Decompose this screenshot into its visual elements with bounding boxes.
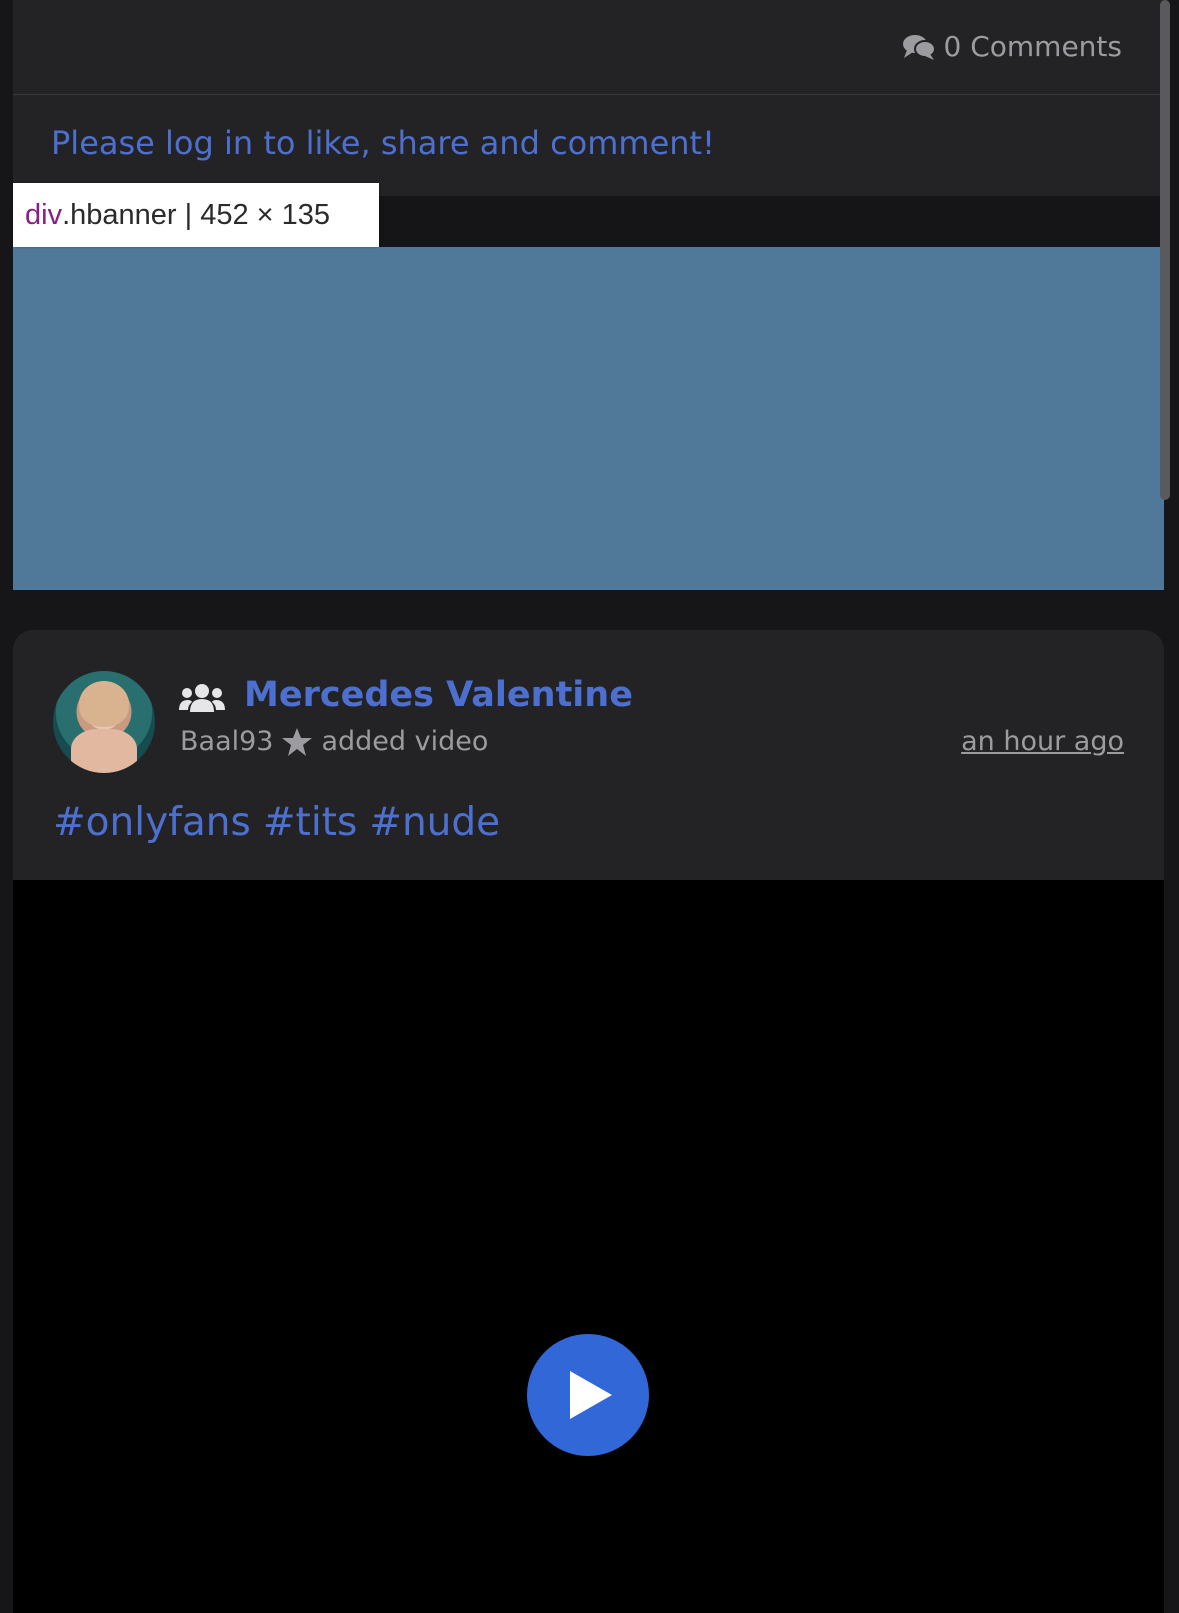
devtools-element-tooltip: div .hbanner | 452 × 135 [13, 183, 379, 247]
play-icon [570, 1371, 612, 1419]
scrollbar[interactable] [1160, 0, 1170, 500]
devtools-class-size: .hbanner | 452 × 135 [62, 198, 331, 231]
previous-post-footer: 0 Comments Please log in to like, share … [13, 0, 1164, 196]
comments-count-label: 0 Comments [943, 30, 1123, 63]
hashtag-link[interactable]: #tits [263, 800, 357, 845]
hbanner-highlight [13, 247, 1164, 590]
devtools-tag-name: div [25, 198, 63, 231]
comments-row: 0 Comments [13, 0, 1164, 95]
play-button[interactable] [527, 1334, 649, 1456]
comments-icon [902, 34, 936, 60]
users-icon [179, 684, 225, 712]
comments-link[interactable]: 0 Comments [902, 30, 1123, 63]
group-name-link[interactable]: Mercedes Valentine [244, 675, 633, 715]
post-card: Mercedes Valentine Baal93 added video an… [13, 630, 1164, 1613]
author-link[interactable]: Baal93 [180, 726, 273, 757]
hashtag-link[interactable]: #onlyfans [53, 800, 251, 845]
page: 0 Comments Please log in to like, share … [0, 0, 1179, 1613]
hashtags: #onlyfans #tits #nude [53, 800, 500, 845]
video-player[interactable] [13, 880, 1164, 1613]
star-icon [282, 727, 313, 756]
post-meta: Baal93 added video [180, 726, 488, 757]
login-prompt[interactable]: Please log in to like, share and comment… [51, 124, 715, 162]
hashtag-link[interactable]: #nude [369, 800, 500, 845]
avatar[interactable] [53, 671, 155, 773]
post-timestamp[interactable]: an hour ago [961, 726, 1124, 757]
post-action: added video [321, 726, 489, 757]
